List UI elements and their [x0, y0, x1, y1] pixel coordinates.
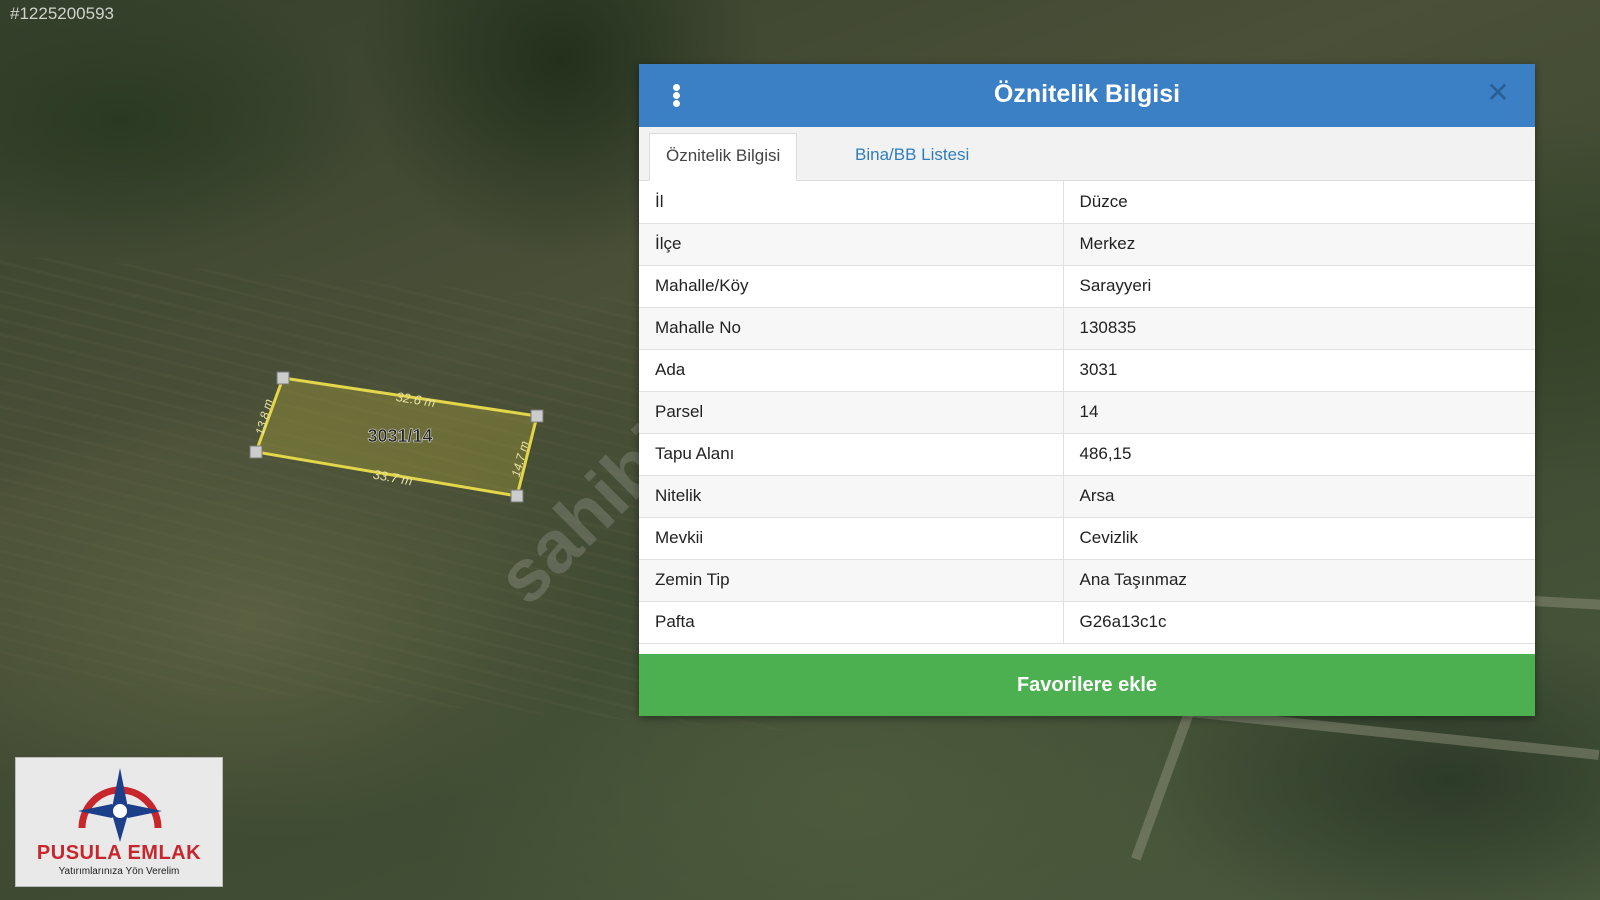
attribute-value: 14 — [1063, 391, 1535, 434]
attribute-value: Arsa — [1063, 475, 1535, 518]
table-row: Ada 3031 — [639, 349, 1535, 392]
tab-bar: Öznitelik Bilgisi Bina/BB Listesi — [639, 127, 1535, 181]
attribute-value: Merkez — [1063, 223, 1535, 266]
table-row: Pafta G26a13c1c — [639, 601, 1535, 644]
table-row: İlçe Merkez — [639, 223, 1535, 266]
pusula-emlak-logo: PUSULA EMLAK Yatırımlarınıza Yön Verelim — [15, 757, 223, 887]
attribute-key: İlçe — [639, 223, 1064, 266]
attribute-key: Mevkii — [639, 517, 1064, 560]
attribute-key: İl — [639, 181, 1064, 224]
attribute-value: 3031 — [1063, 349, 1535, 392]
kebab-menu-icon[interactable] — [673, 84, 683, 108]
attribute-key: Mahalle/Köy — [639, 265, 1064, 308]
attribute-panel: Öznitelik Bilgisi ✕ Öznitelik Bilgisi Bi… — [639, 64, 1535, 716]
attribute-key: Parsel — [639, 391, 1064, 434]
attribute-key: Zemin Tip — [639, 559, 1064, 602]
close-icon[interactable]: ✕ — [1483, 78, 1513, 108]
panel-header: Öznitelik Bilgisi ✕ — [639, 64, 1535, 127]
table-row: Nitelik Arsa — [639, 475, 1535, 518]
attribute-value: G26a13c1c — [1063, 601, 1535, 644]
vertex-handle[interactable] — [276, 371, 290, 385]
attribute-key: Ada — [639, 349, 1064, 392]
attribute-value: Düzce — [1063, 181, 1535, 224]
vertex-handle[interactable] — [530, 409, 544, 423]
attribute-key: Mahalle No — [639, 307, 1064, 350]
tab-attribute-info[interactable]: Öznitelik Bilgisi — [649, 133, 798, 181]
logo-slogan: Yatırımlarınıza Yön Verelim — [58, 866, 180, 877]
attribute-key: Nitelik — [639, 475, 1064, 518]
listing-id: #1225200593 — [10, 4, 115, 23]
table-row: İl Düzce — [639, 181, 1535, 224]
attribute-value: Cevizlik — [1063, 517, 1535, 560]
vertex-handle[interactable] — [249, 445, 263, 459]
tab-building-list[interactable]: Bina/BB Listesi — [839, 133, 985, 180]
attribute-table: İl Düzce İlçe Merkez Mahalle/Köy Sarayyeri Mah… — [639, 181, 1535, 644]
panel-title: Öznitelik Bilgisi — [993, 80, 1181, 108]
compass-icon — [78, 768, 162, 842]
vertex-handle[interactable] — [510, 489, 524, 503]
table-row: Tapu Alanı 486,15 — [639, 433, 1535, 476]
add-to-favorites-button[interactable]: Favorilere ekle — [639, 654, 1535, 716]
attribute-key: Tapu Alanı — [639, 433, 1064, 476]
logo-name: PUSULA EMLAK — [36, 842, 202, 864]
attribute-value: 130835 — [1063, 307, 1535, 350]
attribute-value: 486,15 — [1063, 433, 1535, 476]
table-row: Mevkii Cevizlik — [639, 517, 1535, 560]
parcel-label: 3031/14 — [367, 426, 432, 446]
attribute-value: Ana Taşınmaz — [1063, 559, 1535, 602]
table-row: Parsel 14 — [639, 391, 1535, 434]
table-row: Mahalle No 130835 — [639, 307, 1535, 350]
table-row: Zemin Tip Ana Taşınmaz — [639, 559, 1535, 602]
attribute-key: Pafta — [639, 601, 1064, 644]
table-row: Mahalle/Köy Sarayyeri — [639, 265, 1535, 308]
attribute-value: Sarayyeri — [1063, 265, 1535, 308]
